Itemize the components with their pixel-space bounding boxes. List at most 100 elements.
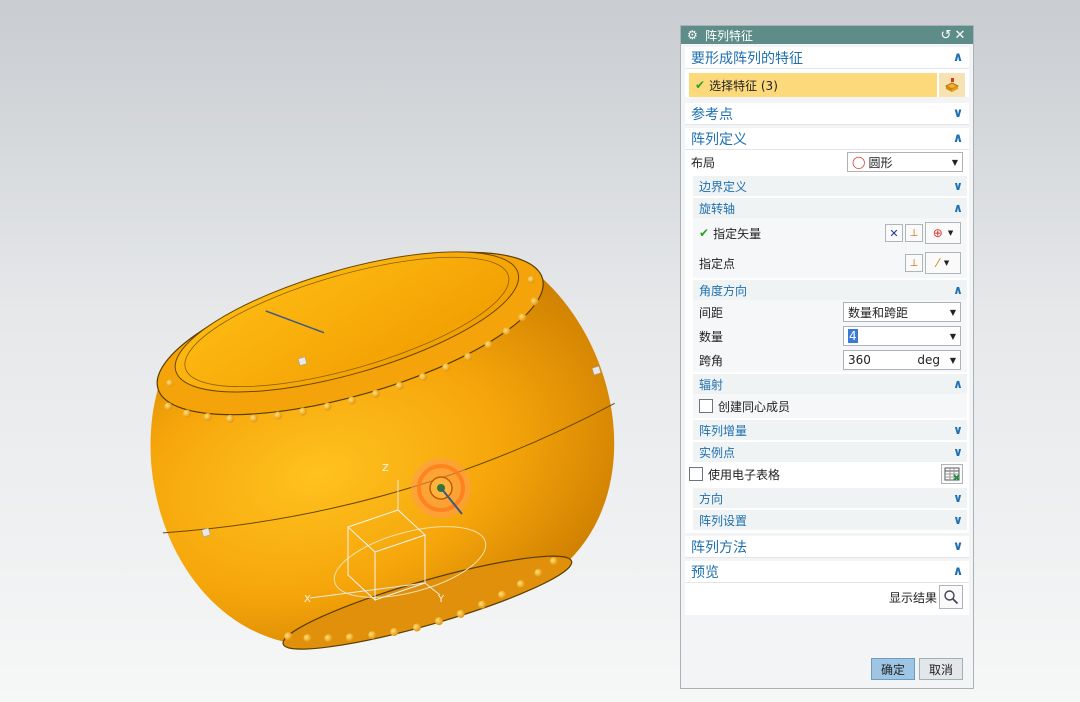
rotation-axis-title: 旋转轴 xyxy=(699,201,736,216)
rotation-axis-subsection: 旋转轴 ∧ ✔ 指定矢量 ✕ ⊥ ⊕ ▼ 指定点 ⊥ ⁄ ▼ xyxy=(693,198,967,278)
vector-dialog-icon[interactable]: ⊥ xyxy=(905,224,923,242)
section-definition: 阵列定义 ∧ 布局 ◯ 圆形 ▼ 边界定义 ∨ 旋转轴 ∧ ✔ 指定矢量 ✕ ⊥… xyxy=(685,128,969,533)
close-icon[interactable]: ✕ xyxy=(953,28,967,43)
section-definition-header[interactable]: 阵列定义 ∧ xyxy=(685,128,969,150)
select-feature-label: 选择特征 (3) xyxy=(709,78,778,93)
chevron-down-icon[interactable]: ∨ xyxy=(951,539,965,554)
section-ref-point-header[interactable]: 参考点 ∨ xyxy=(685,103,969,125)
chevron-up-icon[interactable]: ∧ xyxy=(951,50,965,65)
boundary-header[interactable]: 边界定义 ∨ xyxy=(693,176,967,196)
section-feature-title: 要形成阵列的特征 xyxy=(691,50,803,67)
spacing-row: 间距 数量和跨距 ▼ xyxy=(693,300,967,324)
angle-direction-header[interactable]: 角度方向 ∧ xyxy=(693,280,967,300)
section-method-header[interactable]: 阵列方法 ∨ xyxy=(685,536,969,558)
spacing-select[interactable]: 数量和跨距 ▼ xyxy=(843,302,961,322)
orientation-header[interactable]: 方向 ∨ xyxy=(693,488,967,508)
instance-points-subsection: 实例点 ∨ xyxy=(693,442,967,462)
feature-picker-button[interactable] xyxy=(939,73,965,97)
count-value: 4 xyxy=(848,329,858,343)
reset-icon[interactable]: ↺ xyxy=(939,28,953,43)
increment-subsection: 阵列增量 ∨ xyxy=(693,420,967,440)
span-input[interactable]: 360 deg ▼ xyxy=(843,350,961,370)
count-row: 数量 4 ▼ xyxy=(693,324,967,348)
section-feature: 要形成阵列的特征 ∧ ✔ 选择特征 (3) xyxy=(685,47,969,97)
check-icon: ✔ xyxy=(695,78,706,92)
point-dialog-icon[interactable]: ⊥ xyxy=(905,254,923,272)
span-unit: deg xyxy=(917,353,940,367)
increment-header[interactable]: 阵列增量 ∨ xyxy=(693,420,967,440)
axis-z-label: Z xyxy=(382,463,389,474)
chevron-down-icon[interactable]: ∨ xyxy=(951,513,965,527)
spreadsheet-icon[interactable] xyxy=(941,464,963,484)
axis-x-label: X xyxy=(304,594,311,605)
radiation-title: 辐射 xyxy=(699,377,724,392)
section-preview-title: 预览 xyxy=(691,564,719,581)
orientation-subsection: 方向 ∨ xyxy=(693,488,967,508)
ok-button[interactable]: 确定 xyxy=(871,658,915,680)
chevron-up-icon[interactable]: ∧ xyxy=(951,201,965,215)
drum-model[interactable]: Z X Y xyxy=(0,0,680,702)
spreadsheet-label: 使用电子表格 xyxy=(708,467,781,482)
pattern-feature-dialog: ⚙ 阵列特征 ↺ ✕ 要形成阵列的特征 ∧ ✔ 选择特征 (3) 参考点 ∨ 阵… xyxy=(680,25,974,689)
instance-points-title: 实例点 xyxy=(699,445,736,460)
section-method-title: 阵列方法 xyxy=(691,539,747,556)
span-label: 跨角 xyxy=(699,353,724,368)
specify-vector-label: 指定矢量 xyxy=(713,226,762,241)
dropdown-arrow-icon: ▼ xyxy=(947,229,954,237)
rotation-handle[interactable] xyxy=(411,458,471,518)
dropdown-arrow-icon: ▼ xyxy=(951,157,958,167)
section-ref-point-title: 参考点 xyxy=(691,106,733,123)
chevron-down-icon[interactable]: ∨ xyxy=(951,445,965,459)
spreadsheet-row: 使用电子表格 xyxy=(685,462,969,486)
dropdown-arrow-icon: ▼ xyxy=(943,259,950,267)
radiation-header[interactable]: 辐射 ∧ xyxy=(693,374,967,394)
chevron-down-icon[interactable]: ∨ xyxy=(951,179,965,193)
orientation-title: 方向 xyxy=(699,491,724,506)
section-definition-title: 阵列定义 xyxy=(691,131,747,148)
count-input[interactable]: 4 ▼ xyxy=(843,326,961,346)
cancel-button[interactable]: 取消 xyxy=(919,658,963,680)
vector-reverse-icon[interactable]: ✕ xyxy=(885,224,903,242)
boundary-subsection: 边界定义 ∨ xyxy=(693,176,967,196)
axis-y-label: Y xyxy=(437,594,445,605)
circular-layout-icon: ◯ xyxy=(852,155,866,169)
specify-vector-row: ✔ 指定矢量 ✕ ⊥ ⊕ ▼ xyxy=(693,218,967,248)
dialog-footer: 确定 取消 xyxy=(871,658,963,680)
angle-direction-subsection: 角度方向 ∧ 间距 数量和跨距 ▼ 数量 4 ▼ 跨角 360 deg ▼ xyxy=(693,280,967,372)
point-type-dropdown[interactable]: ⁄ ▼ xyxy=(925,252,961,274)
gear-icon: ⚙ xyxy=(687,28,698,42)
chevron-up-icon[interactable]: ∧ xyxy=(951,377,965,391)
select-feature-row: ✔ 选择特征 (3) xyxy=(689,73,965,97)
layout-label: 布局 xyxy=(691,155,716,170)
select-feature-field[interactable]: ✔ 选择特征 (3) xyxy=(689,73,937,97)
settings-header[interactable]: 阵列设置 ∨ xyxy=(693,510,967,530)
chevron-down-icon[interactable]: ∨ xyxy=(951,423,965,437)
specify-point-row: 指定点 ⊥ ⁄ ▼ xyxy=(693,248,967,278)
spacing-value: 数量和跨距 xyxy=(848,305,909,320)
chevron-down-icon[interactable]: ∨ xyxy=(951,106,965,121)
magnifier-icon[interactable] xyxy=(939,585,963,609)
section-ref-point: 参考点 ∨ xyxy=(685,103,969,125)
dialog-titlebar: ⚙ 阵列特征 ↺ ✕ xyxy=(681,26,973,44)
chevron-up-icon[interactable]: ∧ xyxy=(951,131,965,146)
boundary-title: 边界定义 xyxy=(699,179,748,194)
layout-select[interactable]: ◯ 圆形 ▼ xyxy=(847,152,963,172)
concentric-checkbox[interactable] xyxy=(699,399,713,413)
concentric-label: 创建同心成员 xyxy=(718,399,791,414)
settings-subsection: 阵列设置 ∨ xyxy=(693,510,967,530)
span-row: 跨角 360 deg ▼ xyxy=(693,348,967,372)
spreadsheet-checkbox[interactable] xyxy=(689,467,703,481)
section-preview-header[interactable]: 预览 ∧ xyxy=(685,561,969,583)
chevron-down-icon[interactable]: ∨ xyxy=(951,491,965,505)
chevron-up-icon[interactable]: ∧ xyxy=(951,283,965,297)
concentric-row: 创建同心成员 xyxy=(693,394,967,418)
chevron-up-icon[interactable]: ∧ xyxy=(951,564,965,579)
rotation-axis-header[interactable]: 旋转轴 ∧ xyxy=(693,198,967,218)
angle-direction-title: 角度方向 xyxy=(699,283,748,298)
radiation-subsection: 辐射 ∧ 创建同心成员 xyxy=(693,374,967,418)
section-feature-header[interactable]: 要形成阵列的特征 ∧ xyxy=(685,47,969,69)
dropdown-arrow-icon: ▼ xyxy=(949,307,956,317)
feature-picker-icon xyxy=(945,78,959,92)
vector-type-dropdown[interactable]: ⊕ ▼ xyxy=(925,222,961,244)
instance-points-header[interactable]: 实例点 ∨ xyxy=(693,442,967,462)
